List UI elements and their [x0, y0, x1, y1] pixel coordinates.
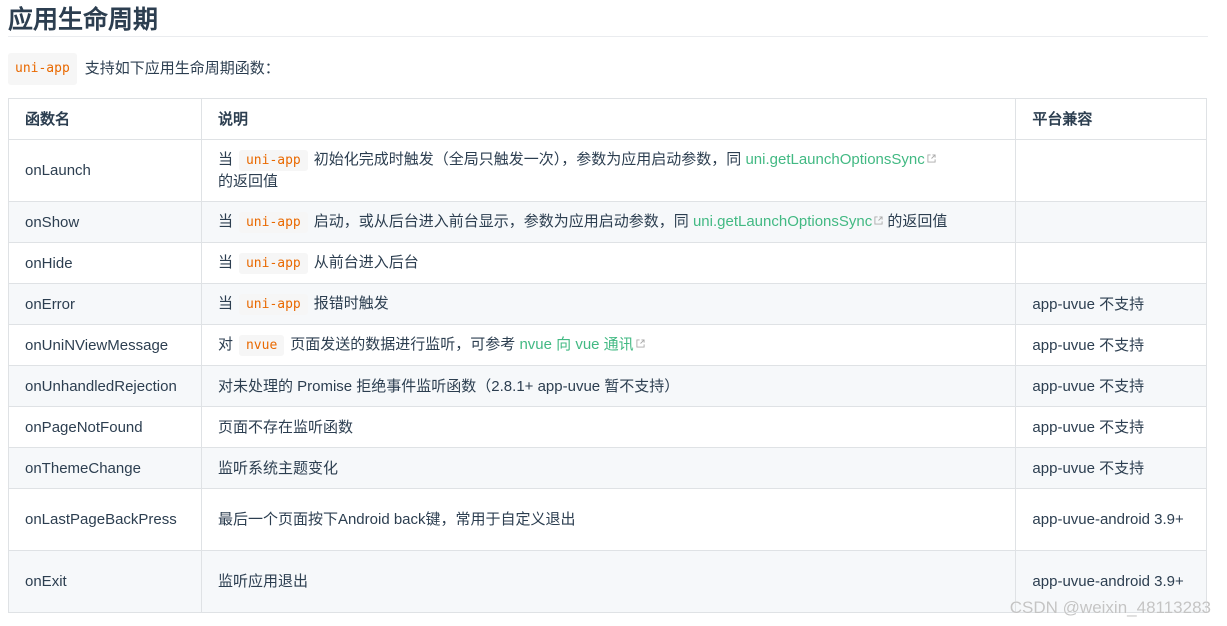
link-nvue-vue-communication[interactable]: nvue 向 vue 通讯 [519, 336, 645, 353]
desc-text: 从前台进入后台 [313, 254, 419, 271]
desc-text: 当 [217, 254, 233, 271]
cell-function-name: onExit [8, 550, 202, 613]
inline-code: uni-app [238, 253, 308, 274]
desc-text: 初始化完成时触发（全局只触发一次），参数为应用启动参数，同 [313, 151, 742, 168]
cell-platform [1015, 201, 1207, 243]
cell-function-name: onHide [8, 242, 202, 284]
external-link-icon [874, 216, 883, 225]
cell-description: 最后一个页面按下Android back键，常用于自定义退出 [200, 488, 1017, 551]
cell-description: 监听系统主题变化 [200, 447, 1017, 489]
table-row: onUnhandledRejection 对未处理的 Promise 拒绝事件监… [8, 365, 1207, 407]
lifecycle-table: 函数名 说明 平台兼容 onLaunch 当 uni-app 初始化完成时触发（全局… [8, 98, 1207, 613]
cell-description: 页面不存在监听函数 [200, 406, 1017, 448]
cell-function-name: onError [8, 283, 202, 325]
inline-code: uni-app [238, 212, 308, 233]
table-row: onShow 当 uni-app 启动，或从后台进入前台显示，参数为应用启动参数，同… [8, 201, 1207, 243]
cell-function-name: onUniNViewMessage [8, 324, 202, 366]
desc-text: 报错时触发 [313, 295, 389, 312]
desc-text: 页面发送的数据进行监听，可参考 [290, 336, 516, 353]
table-header-row: 函数名 说明 平台兼容 [8, 98, 1207, 140]
cell-description: 对未处理的 Promise 拒绝事件监听函数（2.8.1+ app-uvue 暂… [200, 365, 1017, 407]
watermark: CSDN @weixin_48113283 [1009, 598, 1211, 617]
cell-description: 对 nvue 页面发送的数据进行监听，可参考 nvue 向 vue 通讯 [200, 324, 1017, 366]
header-platform: 平台兼容 [1015, 98, 1207, 140]
link-text: nvue 向 vue 通讯 [519, 336, 634, 353]
inline-code: nvue [238, 335, 285, 356]
cell-description: 当 uni-app 初始化完成时触发（全局只触发一次），参数为应用启动参数，同 un… [200, 139, 1017, 202]
table-row: onUniNViewMessage 对 nvue 页面发送的数据进行监听，可参考 n… [8, 324, 1207, 366]
cell-platform: app-uvue 不支持 [1015, 283, 1207, 325]
cell-description: 当 uni-app 启动，或从后台进入前台显示，参数为应用启动参数，同 uni.ge… [200, 201, 1017, 243]
cell-function-name: onThemeChange [8, 447, 202, 489]
desc-text: 的返回值 [887, 213, 948, 230]
cell-platform: app-uvue 不支持 [1015, 447, 1207, 489]
header-function-name: 函数名 [8, 98, 202, 140]
doc-page: 应用生命周期 uni-app 支持如下应用生命周期函数： 函数名 说明 平台兼容… [0, 0, 1227, 626]
table-row: onHide 当 uni-app 从前台进入后台 [8, 242, 1207, 284]
table-row: onLastPageBackPress 最后一个页面按下Android back… [8, 488, 1207, 551]
external-link-icon [927, 154, 936, 163]
desc-text: 的返回值 [217, 173, 278, 190]
inline-code: uni-app [238, 150, 308, 171]
table-row: onError 当 uni-app 报错时触发 app-uvue 不支持 [8, 283, 1207, 325]
link-text: uni.getLaunchOptionsSync [692, 213, 873, 230]
cell-platform [1015, 139, 1207, 202]
cell-function-name: onUnhandledRejection [8, 365, 202, 407]
link-get-launch-options[interactable]: uni.getLaunchOptionsSync [693, 213, 883, 230]
cell-description: 监听应用退出 [200, 550, 1017, 613]
intro-text: 支持如下应用生命周期函数： [84, 60, 280, 77]
desc-text: 启动，或从后台进入前台显示，参数为应用启动参数，同 [313, 213, 689, 230]
table-row: onLaunch 当 uni-app 初始化完成时触发（全局只触发一次），参数为应用… [8, 139, 1207, 202]
cell-platform: app-uvue-android 3.9+ [1015, 488, 1207, 551]
cell-function-name: onLastPageBackPress [8, 488, 202, 551]
table-row: onPageNotFound 页面不存在监听函数 app-uvue 不支持 [8, 406, 1207, 448]
header-description: 说明 [200, 98, 1017, 140]
inline-code: uni-app [238, 294, 308, 315]
desc-text: 当 [217, 151, 233, 168]
cell-platform: app-uvue 不支持 [1015, 406, 1207, 448]
cell-platform: app-uvue 不支持 [1015, 324, 1207, 366]
desc-text: 当 [217, 295, 233, 312]
intro-code: uni-app [8, 53, 77, 85]
cell-function-name: onShow [8, 201, 202, 243]
desc-text: 对 [217, 336, 233, 353]
cell-description: 当 uni-app 从前台进入后台 [200, 242, 1017, 284]
cell-description: 当 uni-app 报错时触发 [200, 283, 1017, 325]
link-text: uni.getLaunchOptionsSync [745, 151, 925, 168]
link-get-launch-options[interactable]: uni.getLaunchOptionsSync [745, 151, 936, 168]
intro-paragraph: uni-app 支持如下应用生命周期函数： [8, 53, 1227, 85]
cell-platform [1015, 242, 1207, 284]
external-link-icon [636, 339, 645, 348]
cell-function-name: onPageNotFound [8, 406, 202, 448]
desc-text: 当 [217, 213, 233, 230]
cell-platform: app-uvue 不支持 [1015, 365, 1207, 407]
page-title: 应用生命周期 [8, 0, 1208, 37]
cell-function-name: onLaunch [8, 139, 202, 202]
table-row: onThemeChange 监听系统主题变化 app-uvue 不支持 [8, 447, 1207, 489]
